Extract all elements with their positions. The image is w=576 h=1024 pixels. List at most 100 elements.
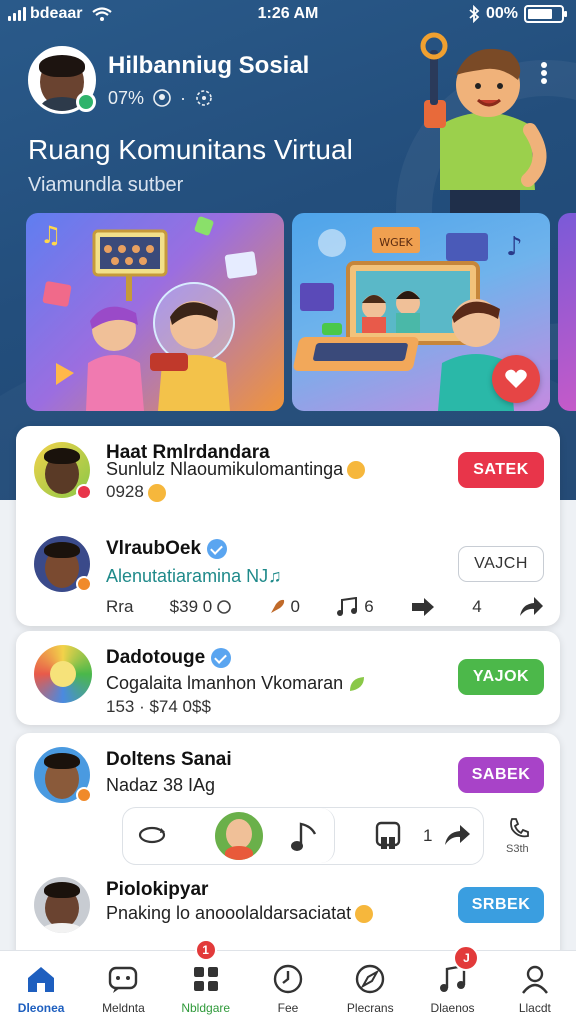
person-icon	[521, 965, 548, 994]
action-button[interactable]: SRBEK	[458, 887, 544, 923]
nav-label: Dleonea	[17, 1001, 65, 1015]
action-button[interactable]: SABEK	[458, 757, 544, 793]
mascot-illustration	[420, 32, 547, 220]
nav-item-profile[interactable]: Llacdt	[494, 951, 576, 1024]
action-button[interactable]: YAJOK	[458, 659, 544, 695]
nav-label: Fee	[277, 1001, 299, 1015]
battery-icon	[524, 5, 567, 23]
nav-item-compass[interactable]: Plecrans	[329, 951, 411, 1024]
location-icon	[153, 89, 171, 107]
feed-card: Doltens Sanai Nadaz 38 IAg SABEK 1 S3th	[16, 733, 560, 963]
nav-label: Dlaenos	[430, 1001, 475, 1015]
phone-icon[interactable]	[508, 817, 530, 839]
home-icon	[28, 967, 55, 992]
views-count: $39 0	[169, 597, 213, 616]
page-subtitle: Viamundla sutber	[28, 174, 184, 196]
action-label: Rra	[106, 597, 134, 616]
community-illustration: ♫	[40, 216, 258, 411]
board-label: WGEK	[379, 236, 413, 249]
heart-icon	[505, 369, 527, 388]
repeat-icon[interactable]	[137, 824, 167, 846]
notification-badge: 1	[194, 939, 217, 961]
music-icon	[337, 597, 358, 616]
list-item[interactable]: Dadotouge Cogalaita lmanhon Vkomaran 153…	[16, 631, 560, 725]
battery-fill	[528, 9, 552, 19]
post-text: Alenutatiaramina NJ♫	[106, 566, 282, 586]
nav-item-music[interactable]: J Dlaenos	[411, 945, 493, 1024]
profile-percent: 07%	[108, 87, 145, 108]
post-text: Pnaking lo anooolaldarsaciatat	[106, 903, 352, 923]
online-status-dot	[76, 92, 96, 112]
post-text: Nadaz 38 IAg	[106, 775, 216, 795]
nav-item-home[interactable]: Dleonea	[0, 951, 82, 1024]
music-action[interactable]: 6	[336, 597, 374, 617]
list-item[interactable]: Piolokipyar Pnaking lo anooolaldarsaciat…	[16, 871, 560, 961]
share-icon[interactable]	[518, 596, 544, 618]
list-item[interactable]: Haat Rmlrdandara Sunlulz Nlaoumikulomant…	[16, 426, 560, 516]
svg-text:♫: ♫	[40, 221, 62, 249]
boost-action[interactable]: 0	[268, 597, 300, 617]
post-text: Sunlulz Nlaoumikulomantinga	[106, 459, 344, 479]
meta-separator: ·	[180, 87, 187, 108]
status-badge	[76, 484, 92, 500]
music-app-icon[interactable]	[375, 821, 401, 851]
page-title: Ruang Komunitans Virtual	[28, 134, 353, 165]
music-note-icon[interactable]	[289, 820, 319, 852]
user-name[interactable]: Dadotouge	[106, 647, 205, 668]
status-badge	[76, 787, 92, 803]
music-count: 6	[364, 597, 374, 616]
avatar[interactable]	[34, 877, 90, 933]
profile-name: Hilbanniug Sosial	[108, 51, 310, 79]
post-stat: 0928	[106, 482, 144, 501]
post-actions: Rra $39 0 0 6 4	[106, 596, 544, 618]
list-item[interactable]: Doltens Sanai Nadaz 38 IAg SABEK 1 S3th	[16, 733, 560, 865]
emoji-icon	[347, 461, 366, 480]
eye-icon	[217, 600, 232, 614]
leaf-icon	[350, 677, 365, 692]
bluetooth-icon	[469, 5, 480, 23]
settings-icon[interactable]	[194, 88, 214, 108]
notification-badge: J	[453, 945, 480, 971]
nav-label: Meldnta	[102, 1001, 145, 1015]
player-count: 1	[423, 826, 433, 845]
feed-card: Haat Rmlrdandara Sunlulz Nlaoumikulomant…	[16, 426, 560, 626]
featured-carousel[interactable]: ♫ WGEK ♪	[26, 213, 576, 411]
now-playing-avatar[interactable]	[213, 810, 265, 862]
status-badge	[76, 576, 92, 592]
nav-label: Nbldgare	[181, 1001, 231, 1015]
featured-card-2[interactable]: WGEK ♪	[292, 213, 550, 411]
share-icon[interactable]	[443, 823, 471, 847]
nav-label: Plecrans	[346, 1001, 394, 1015]
verified-icon	[211, 647, 232, 668]
featured-card-3[interactable]	[558, 213, 576, 411]
grid-icon	[193, 967, 218, 991]
views-action[interactable]: $39 0	[170, 597, 233, 617]
forward-icon[interactable]	[410, 597, 436, 617]
emoji-icon	[147, 483, 166, 502]
action-count: 4	[472, 597, 482, 616]
compass-icon	[356, 964, 385, 994]
user-name[interactable]: Piolokipyar	[106, 879, 208, 901]
nav-item-clock[interactable]: Fee	[247, 951, 329, 1024]
watch-button[interactable]: VAJCH	[458, 546, 544, 582]
bottom-navigation: Dleonea Meldnta 1 Nbldgare Fee Plecrans …	[0, 939, 576, 1024]
avatar[interactable]	[34, 645, 92, 703]
nav-item-chat[interactable]: Meldnta	[82, 951, 164, 1024]
favorite-button[interactable]	[492, 355, 540, 403]
action-button[interactable]: SATEK	[458, 452, 544, 488]
post-stat: 153 · $74 0$$	[106, 697, 211, 716]
media-player[interactable]: 1	[122, 807, 484, 865]
list-item[interactable]: VlraubOek Alenutatiaramina NJ♫ VAJCH Rra…	[16, 516, 560, 626]
clock-icon	[273, 964, 303, 994]
user-name[interactable]: Doltens Sanai	[106, 749, 232, 771]
user-name[interactable]: VlraubOek	[106, 538, 201, 559]
rocket-icon	[271, 599, 285, 613]
profile-header[interactable]: Hilbanniug Sosial 07% ·	[28, 46, 309, 114]
svg-text:♪: ♪	[506, 232, 523, 262]
emoji-icon	[355, 905, 374, 924]
post-text: Cogalaita lmanhon Vkomaran	[106, 673, 344, 693]
featured-card-1[interactable]: ♫	[26, 213, 284, 411]
nav-item-grid[interactable]: 1 Nbldgare	[165, 939, 247, 1024]
status-bar: bdeaar 1:26 AM 00%	[0, 0, 576, 30]
phone-label: S3th	[506, 843, 529, 855]
